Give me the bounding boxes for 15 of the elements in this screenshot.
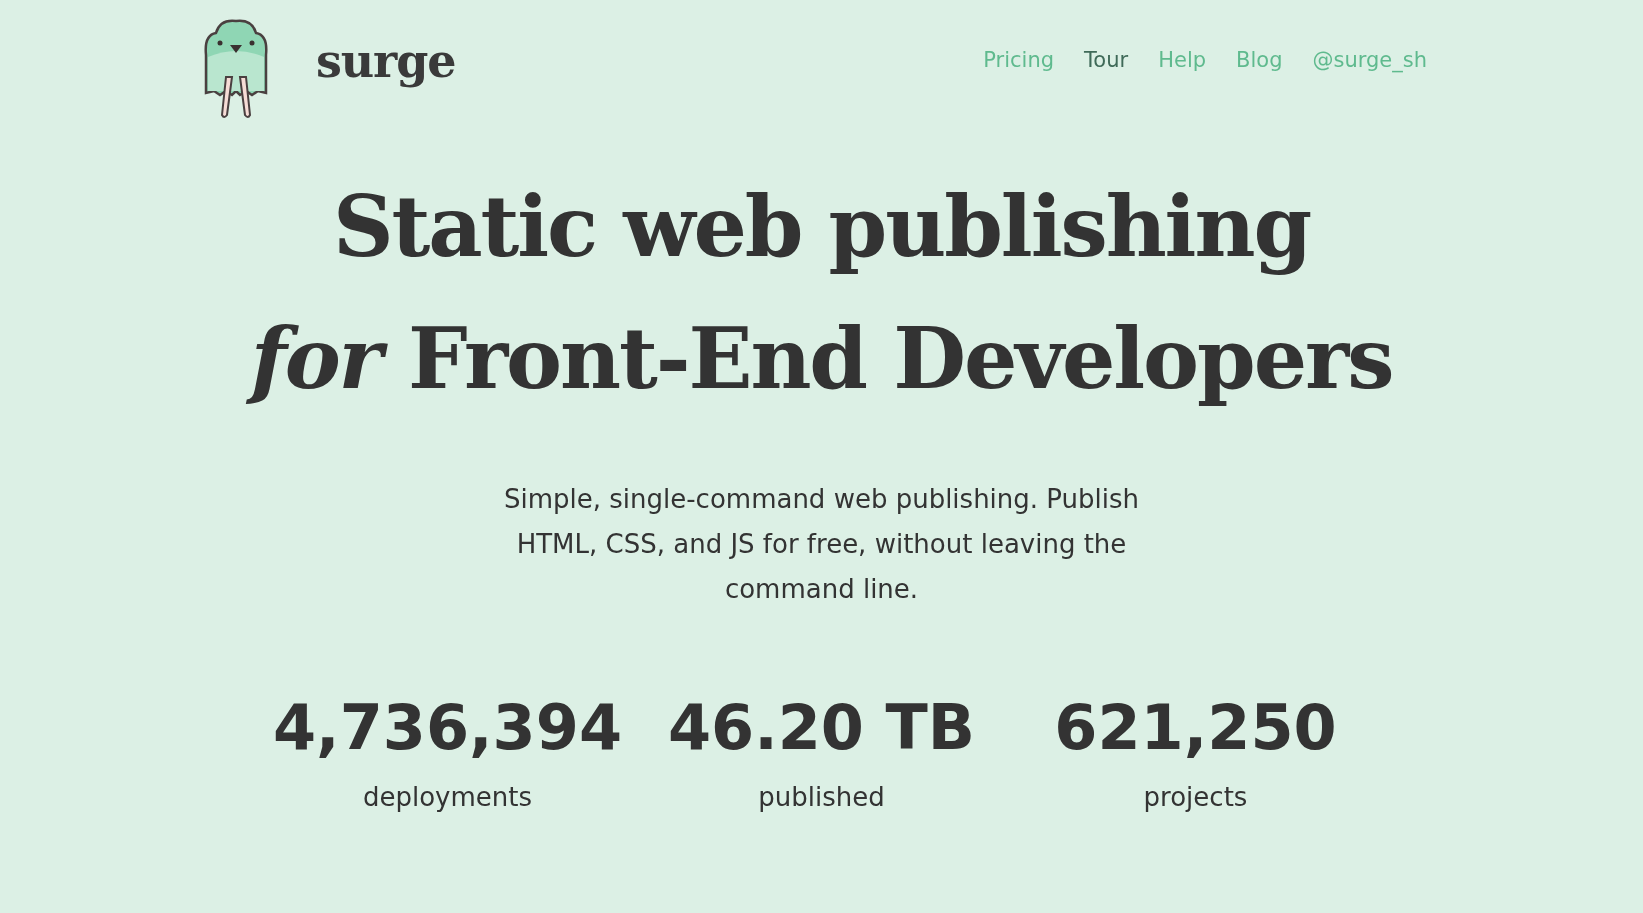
brand-name[interactable]: surge	[316, 26, 456, 96]
stat-label: published	[758, 781, 885, 814]
headline: for Front-End Developers	[234, 293, 1409, 425]
stat-value: 4,736,394	[272, 690, 623, 766]
tagline: Simple, single-command web publishing. Publish HTML, CSS, and JS for free, without leaving the command line.	[502, 483, 1141, 606]
nav-link[interactable]: Pricing	[983, 45, 1055, 77]
stat-label: projects	[1143, 781, 1248, 814]
nav-link[interactable]: Tour	[1084, 45, 1129, 77]
stat-label: deployments	[362, 781, 533, 814]
nav-link[interactable]: Blog	[1236, 45, 1283, 77]
stat-value: 621,250	[1054, 690, 1337, 766]
headline: Static web publishing	[331, 176, 1312, 278]
nav-link[interactable]: @surge_sh	[1312, 45, 1427, 77]
stat-value: 46.20 TB	[667, 690, 976, 766]
nav-link[interactable]: Help	[1158, 45, 1207, 77]
